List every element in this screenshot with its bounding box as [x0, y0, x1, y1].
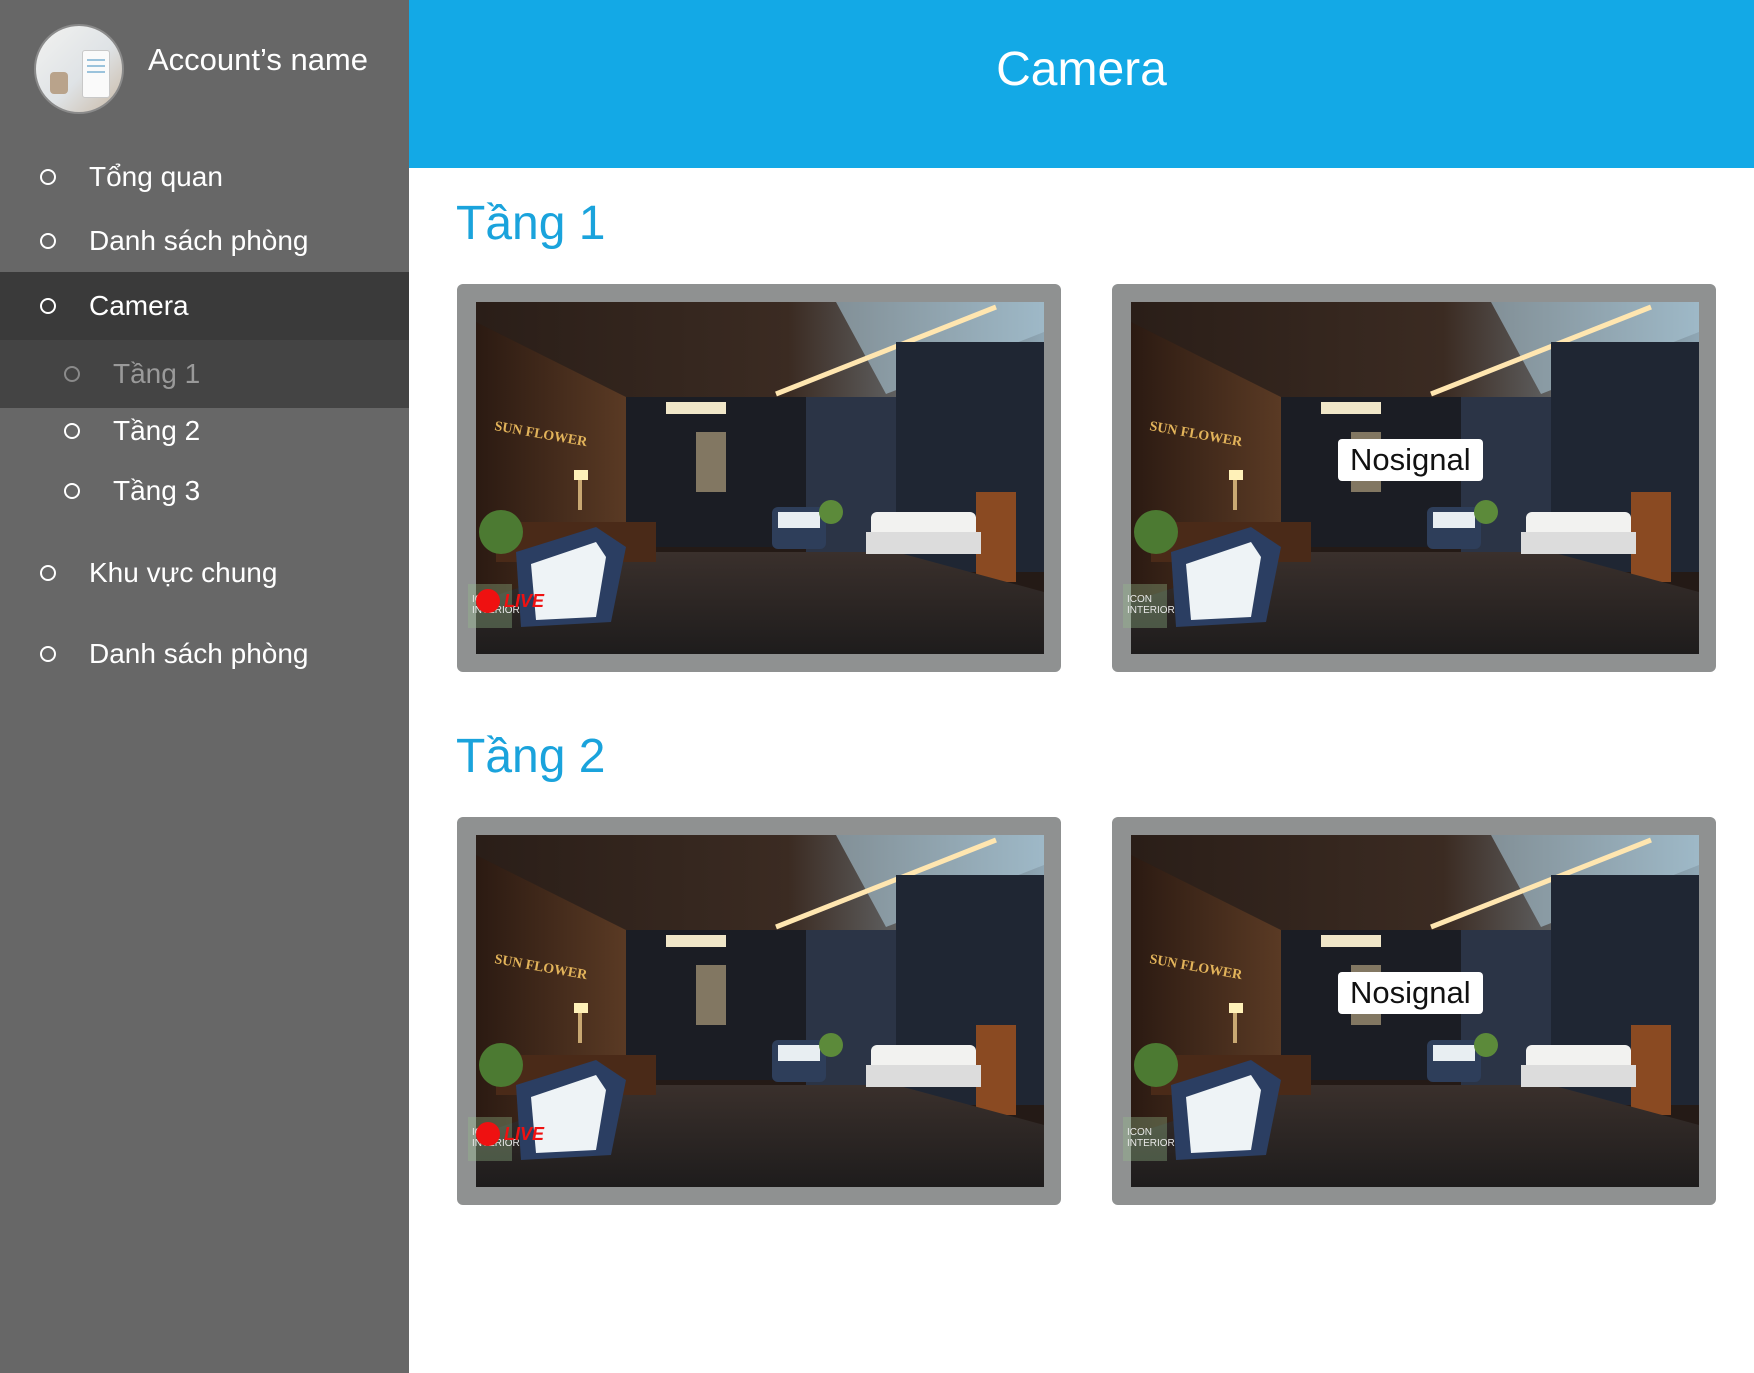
account-header[interactable]: Account’s name [0, 0, 409, 128]
section-title-floor-1: Tầng 1 [456, 197, 606, 250]
live-badge: LIVE [476, 589, 544, 613]
sidebar-subitem-floor-3[interactable]: Tầng 3 [0, 466, 409, 516]
radio-bullet-icon [40, 565, 56, 581]
radio-bullet-icon [40, 233, 56, 249]
live-badge: LIVE [476, 1122, 544, 1146]
section-title-floor-2: Tầng 2 [456, 730, 606, 783]
camera-tile[interactable]: SUN FLOWER ICONINTERIOR LIVE [457, 817, 1061, 1205]
camera-tile[interactable]: SUN FLOWER ICON INTERIOR Nosignal [1112, 284, 1716, 672]
page-title: Camera [996, 43, 1167, 96]
sidebar-item-room-list-2[interactable]: Danh sách phòng [0, 629, 409, 679]
avatar[interactable] [34, 24, 124, 114]
radio-bullet-icon [64, 423, 80, 439]
sidebar-item-label: Tổng quan [89, 161, 223, 192]
sidebar-item-label: Danh sách phòng [89, 225, 309, 256]
watermark-logo: ICONINTERIOR [1123, 1117, 1175, 1161]
live-label: LIVE [504, 1123, 545, 1144]
radio-bullet-icon [64, 366, 80, 382]
sidebar-item-label: Tầng 1 [113, 358, 201, 389]
radio-bullet-icon [40, 646, 56, 662]
nosignal-label: Nosignal [1338, 439, 1483, 481]
sidebar-item-label: Tầng 2 [113, 415, 201, 446]
watermark-logo: ICONINTERIOR [1123, 584, 1175, 628]
account-name: Account’s name [148, 42, 368, 77]
camera-tile[interactable]: SUN FLOWER ICON INTERIOR Nosignal [1112, 817, 1716, 1205]
sidebar-item-common-area[interactable]: Khu vực chung [0, 548, 409, 598]
sidebar-subitem-floor-2[interactable]: Tầng 2 [0, 406, 409, 456]
radio-bullet-icon [40, 169, 56, 185]
sidebar-item-label: Tầng 3 [113, 475, 201, 506]
sidebar-item-overview[interactable]: Tổng quan [0, 152, 409, 202]
sidebar-subitem-floor-1[interactable]: Tầng 1 [0, 340, 409, 408]
avatar-photo-phone [82, 50, 110, 98]
radio-bullet-icon [64, 483, 80, 499]
live-label: LIVE [504, 590, 545, 611]
sidebar-item-camera[interactable]: Camera [0, 272, 409, 340]
sidebar: Account’s name Tổng quan Danh sách phòng… [0, 0, 409, 1373]
live-dot-icon [476, 1122, 500, 1146]
camera-feed: SUN FLOWER [476, 835, 1044, 1187]
radio-bullet-icon [40, 298, 56, 314]
sidebar-item-label: Camera [89, 290, 189, 321]
sidebar-item-label: Danh sách phòng [89, 638, 309, 669]
live-dot-icon [476, 589, 500, 613]
sidebar-item-label: Khu vực chung [89, 557, 278, 588]
top-header: Camera [409, 0, 1754, 168]
avatar-photo-detail [50, 72, 68, 94]
nosignal-label: Nosignal [1338, 972, 1483, 1014]
sidebar-item-room-list[interactable]: Danh sách phòng [0, 216, 409, 266]
camera-tile[interactable]: SUN FLOWER ICONINTERIOR LIVE [457, 284, 1061, 672]
camera-feed: SUN FLOWER [476, 302, 1044, 654]
